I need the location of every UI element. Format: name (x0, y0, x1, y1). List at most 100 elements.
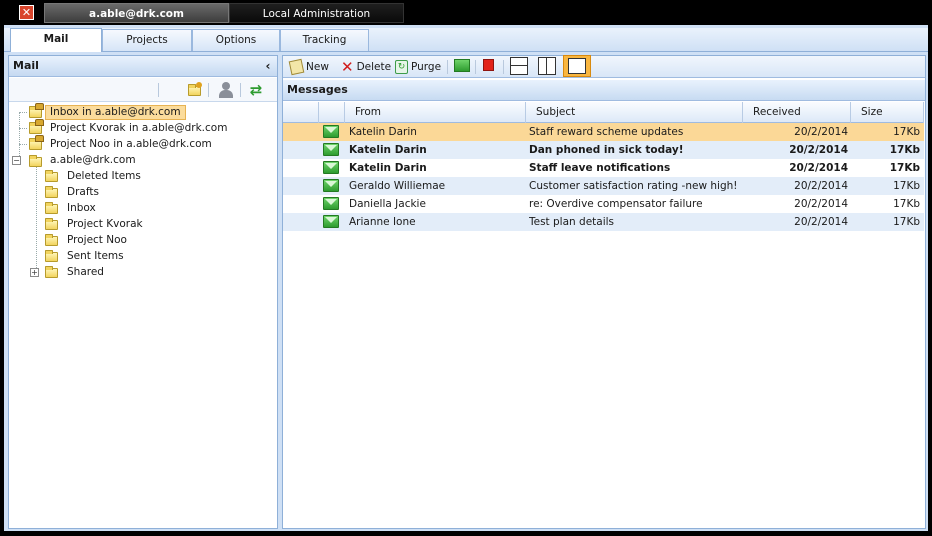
folder-icon (45, 186, 58, 198)
collapse-tree-icon[interactable]: − (12, 156, 21, 165)
envelope-icon (323, 215, 339, 228)
tab-tracking[interactable]: Tracking (280, 29, 369, 51)
collapse-pane-icon[interactable]: ‹ (262, 57, 274, 75)
message-from: Katelin Darin (349, 126, 417, 138)
message-subject: Staff leave notifications (529, 162, 671, 174)
purge-button[interactable]: ↻ Purge (395, 57, 441, 77)
envelope-icon (323, 125, 339, 138)
tree-item-sent-items[interactable]: Sent Items (67, 248, 124, 264)
folder-icon (45, 170, 58, 182)
folder-icon (45, 250, 58, 262)
message-subject: re: Overdive compensator failure (529, 198, 703, 210)
envelope-icon (323, 197, 339, 210)
purge-button-label: Purge (411, 61, 442, 73)
message-received: 20/2/2014 (794, 126, 848, 138)
tree-connector (19, 144, 27, 145)
folder-pane-title: Mail (9, 56, 277, 77)
message-subject: Test plan details (529, 216, 615, 228)
message-received: 20/2/2014 (789, 162, 848, 174)
mailbox-folder-icon (29, 155, 42, 167)
expand-tree-icon[interactable]: + (30, 268, 39, 277)
tab-options[interactable]: Options (192, 29, 280, 51)
tree-item-mailbox-root[interactable]: a.able@drk.com (50, 152, 136, 168)
column-received[interactable]: Received (743, 102, 851, 123)
tree-item-inbox-account[interactable]: Inbox in a.able@drk.com (45, 105, 186, 120)
mark-read-envelope-icon[interactable] (454, 59, 470, 72)
new-folder-icon[interactable] (185, 80, 205, 100)
message-row[interactable]: Katelin Darin Staff reward scheme update… (283, 123, 924, 141)
refresh-icon[interactable]: ⇄ (246, 80, 266, 100)
share-users-icon[interactable] (216, 80, 236, 100)
tree-item-deleted-items[interactable]: Deleted Items (67, 168, 141, 184)
tab-mail[interactable]: Mail (10, 28, 102, 52)
tree-connector (19, 112, 27, 113)
tree-item-project-noo-account[interactable]: Project Noo in a.able@drk.com (50, 136, 212, 152)
tree-item-drafts[interactable]: Drafts (67, 184, 99, 200)
message-received: 20/2/2014 (794, 216, 848, 228)
layout-single-button[interactable] (563, 55, 591, 77)
toolbar-divider (208, 83, 209, 97)
message-row[interactable]: Arianne Ione Test plan details 20/2/2014… (283, 213, 924, 231)
new-note-icon (288, 58, 305, 76)
new-message-button[interactable]: New (288, 57, 329, 77)
envelope-icon (323, 161, 339, 174)
delete-button[interactable]: ✕ Delete (341, 57, 391, 77)
message-subject: Staff reward scheme updates (529, 126, 684, 138)
toolbar-divider (240, 83, 241, 97)
column-subject[interactable]: Subject (526, 102, 743, 123)
message-row[interactable]: Geraldo Williemae Customer satisfaction … (283, 177, 924, 195)
message-from: Geraldo Williemae (349, 180, 446, 192)
folder-icon (45, 202, 58, 214)
message-size: 17Kb (889, 162, 920, 174)
message-size: 17Kb (893, 198, 920, 210)
message-subject: Dan phoned in sick today! (529, 144, 684, 156)
folder-toolbar (9, 78, 277, 102)
folder-icon (45, 218, 58, 230)
tree-item-project-noo[interactable]: Project Noo (67, 232, 127, 248)
tree-connector (36, 166, 37, 272)
column-from[interactable]: From (345, 102, 526, 123)
toolbar-divider (158, 83, 159, 97)
tab-projects[interactable]: Projects (102, 29, 192, 51)
message-from: Katelin Darin (349, 144, 427, 156)
folder-icon (45, 234, 58, 246)
message-row[interactable]: Katelin Darin Dan phoned in sick today! … (283, 141, 924, 159)
tree-connector (19, 112, 20, 160)
tree-item-inbox[interactable]: Inbox (67, 200, 96, 216)
column-status[interactable] (319, 102, 345, 123)
account-folder-icon (29, 135, 44, 150)
delete-button-label: Delete (356, 61, 392, 73)
layout-horizontal-icon[interactable] (510, 57, 528, 75)
toolbar-divider (475, 60, 476, 74)
message-from: Katelin Darin (349, 162, 427, 174)
flag-icon[interactable] (483, 59, 494, 71)
shared-folder-icon (45, 266, 58, 278)
tree-item-project-kvorak-account[interactable]: Project Kvorak in a.able@drk.com (50, 120, 227, 136)
message-from: Daniella Jackie (349, 198, 426, 210)
envelope-icon (323, 179, 339, 192)
messages-title: Messages (283, 80, 925, 101)
column-size[interactable]: Size (851, 102, 924, 123)
message-received: 20/2/2014 (789, 144, 848, 156)
account-tab[interactable]: a.able@drk.com (44, 3, 229, 23)
message-row[interactable]: Daniella Jackie re: Overdive compensator… (283, 195, 924, 213)
message-row[interactable]: Katelin Darin Staff leave notifications … (283, 159, 924, 177)
tree-item-project-kvorak[interactable]: Project Kvorak (67, 216, 143, 232)
message-size: 17Kb (893, 216, 920, 228)
tree-connector (19, 128, 27, 129)
toolbar-divider (503, 60, 504, 74)
tree-item-shared[interactable]: Shared (67, 264, 104, 280)
message-size: 17Kb (893, 180, 920, 192)
layout-vertical-icon[interactable] (538, 57, 556, 75)
close-icon[interactable]: ✕ (19, 5, 34, 20)
local-administration-tab[interactable]: Local Administration (229, 3, 404, 23)
toolbar-divider (447, 60, 448, 74)
new-button-label: New (306, 61, 329, 73)
column-icon[interactable] (283, 102, 319, 123)
account-folder-icon (29, 103, 44, 118)
account-folder-icon (29, 119, 44, 134)
message-subject: Customer satisfaction rating -new high! (529, 180, 738, 192)
layout-single-icon (568, 58, 586, 74)
purge-icon: ↻ (395, 60, 408, 74)
message-from: Arianne Ione (349, 216, 416, 228)
